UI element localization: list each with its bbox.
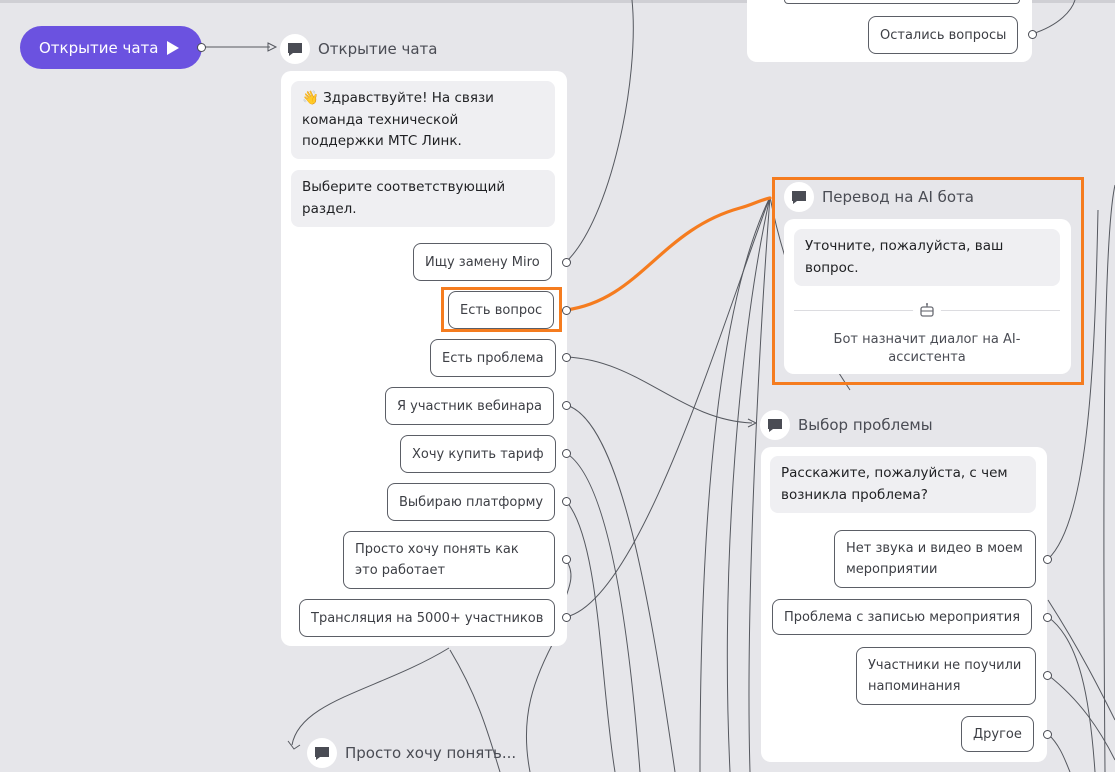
edge-misc-1 bbox=[699, 196, 771, 772]
start-trigger-button[interactable]: Открытие чата bbox=[20, 26, 202, 69]
chat-bubble-icon bbox=[280, 34, 310, 64]
option-buy-plan-port[interactable] bbox=[562, 449, 571, 458]
greeting-node-title-text: Открытие чата bbox=[318, 40, 438, 58]
edge-question-to-ai-highlighted bbox=[564, 196, 772, 312]
problem-node-title-text: Выбор проблемы bbox=[798, 416, 933, 434]
option-stream-5000-button[interactable]: Трансляция на 5000+ участников bbox=[299, 599, 556, 637]
option-other-button[interactable]: Другое bbox=[961, 716, 1034, 752]
chat-bubble-icon bbox=[307, 738, 337, 768]
option-choose-platform-port[interactable] bbox=[562, 497, 571, 506]
problem-node-title[interactable]: Выбор проблемы bbox=[760, 410, 933, 440]
edge-other bbox=[1047, 733, 1071, 772]
option-understand-how-button[interactable]: Просто хочу понять как это работает bbox=[343, 531, 555, 589]
option-replace-miro-button[interactable]: Ищу замену Miro bbox=[413, 243, 552, 281]
play-icon bbox=[167, 40, 180, 55]
option-choose-platform-button[interactable]: Выбираю платформу bbox=[387, 483, 556, 521]
option-no-sound-video-port[interactable] bbox=[1043, 555, 1052, 564]
highlight-have-question bbox=[441, 287, 562, 332]
arrowhead-problem bbox=[747, 418, 758, 428]
option-no-reminders-port[interactable] bbox=[1043, 671, 1052, 680]
edge-greeting-to-understand bbox=[291, 647, 450, 746]
edge-problem-to-selection bbox=[565, 356, 753, 424]
arrowhead-understand bbox=[287, 740, 301, 750]
start-output-port[interactable] bbox=[197, 43, 206, 52]
option-remaining-questions-button[interactable]: Остались вопросы bbox=[868, 16, 1019, 54]
option-recording-problem-button[interactable]: Проблема с записью мероприятия bbox=[772, 599, 1033, 635]
section-prompt-bubble: Выберите соответствующий раздел. bbox=[291, 170, 555, 227]
option-recording-problem-port[interactable] bbox=[1043, 613, 1052, 622]
highlight-ai-bot-node bbox=[772, 177, 1084, 385]
understand-node-title-text: Просто хочу понять... bbox=[345, 744, 517, 762]
edge-right-diag bbox=[1047, 599, 1115, 721]
greeting-message-bubble: 👋 Здравствуйте! На связи команда техниче… bbox=[291, 81, 555, 159]
greeting-node-title[interactable]: Открытие чата bbox=[280, 34, 437, 64]
option-remaining-questions-port[interactable] bbox=[1028, 30, 1037, 39]
option-no-reminders-button[interactable]: Участники не поучили напоминания bbox=[856, 647, 1036, 705]
option-buy-plan-button[interactable]: Хочу купить тариф bbox=[400, 435, 556, 473]
edge-stream bbox=[565, 196, 771, 618]
option-other-port[interactable] bbox=[1043, 730, 1052, 739]
option-have-problem-port[interactable] bbox=[562, 353, 571, 362]
option-stream-5000-port[interactable] bbox=[562, 613, 571, 622]
option-webinar-participant-button[interactable]: Я участник вебинара bbox=[385, 387, 554, 425]
option-have-question-port[interactable] bbox=[562, 306, 571, 315]
top-right-cut-option bbox=[784, 0, 1020, 4]
edge-recording bbox=[1047, 616, 1096, 772]
start-trigger-label: Открытие чата bbox=[39, 38, 159, 57]
arrowhead-greeting bbox=[267, 42, 278, 52]
edge-choose bbox=[565, 500, 616, 772]
chat-bubble-icon bbox=[760, 410, 790, 440]
option-have-problem-button[interactable]: Есть проблема bbox=[430, 339, 556, 377]
flow-canvas[interactable]: Открытие чата Открытие чата 👋 Здравствуй… bbox=[0, 0, 1115, 772]
option-no-sound-video-button[interactable]: Нет звука и видео в моем мероприятии bbox=[834, 530, 1036, 588]
edge-reminders bbox=[1047, 674, 1115, 761]
understand-node-title[interactable]: Просто хочу понять... bbox=[307, 738, 516, 768]
option-webinar-participant-port[interactable] bbox=[562, 401, 571, 410]
edge-remont-miro bbox=[565, 0, 634, 263]
edge-right-vertical bbox=[1103, 184, 1115, 772]
edge-top-right bbox=[1031, 0, 1076, 35]
problem-message-bubble: Расскажите, пожалуйста, с чем возникла п… bbox=[770, 456, 1036, 513]
edge-webinar bbox=[565, 404, 676, 772]
edge-buy bbox=[565, 452, 641, 772]
option-replace-miro-port[interactable] bbox=[562, 258, 571, 267]
option-understand-how-port[interactable] bbox=[562, 555, 571, 564]
